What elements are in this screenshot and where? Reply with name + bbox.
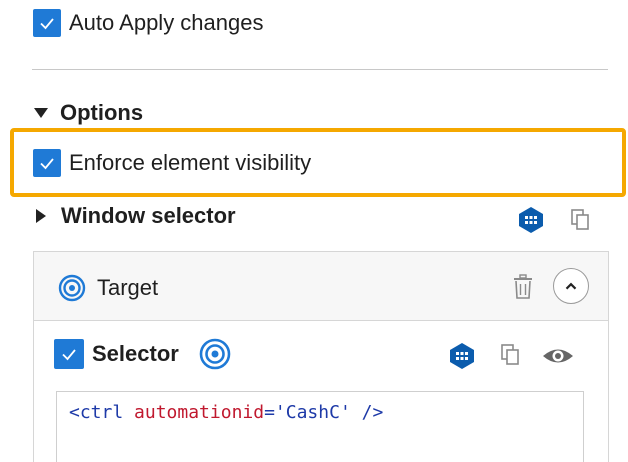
auto-apply-checkbox[interactable] [33, 9, 61, 37]
code-equals: = [264, 402, 275, 423]
section-divider [32, 69, 608, 70]
check-icon [62, 349, 76, 361]
expand-triangle-icon[interactable] [36, 209, 46, 223]
enforce-visibility-label: Enforce element visibility [69, 150, 312, 175]
chevron-up-icon[interactable] [553, 268, 589, 304]
code-attr-value: 'CashC' [274, 402, 351, 423]
target-icon[interactable] [198, 337, 232, 371]
code-attr-name: automationid [134, 402, 265, 423]
auto-apply-label: Auto Apply changes [69, 10, 264, 35]
hexagon-tree-icon[interactable] [447, 341, 477, 371]
target-icon [57, 273, 87, 303]
trash-icon[interactable] [510, 273, 536, 301]
code-tag-open: <ctrl [69, 402, 124, 423]
window-selector-header[interactable]: Window selector [61, 202, 236, 230]
check-icon [40, 18, 54, 30]
options-header[interactable]: Options [60, 99, 143, 127]
selector-checkbox[interactable] [54, 339, 84, 369]
selector-code-editor[interactable]: <ctrl automationid='CashC' /> [56, 391, 584, 462]
selector-label: Selector [92, 341, 179, 366]
check-icon [40, 158, 54, 170]
enforce-visibility-checkbox[interactable] [33, 149, 61, 177]
copy-icon[interactable] [568, 207, 594, 233]
collapse-triangle-icon[interactable] [34, 108, 48, 118]
hexagon-tree-icon[interactable] [516, 205, 546, 235]
eye-icon[interactable] [540, 344, 576, 368]
copy-icon[interactable] [498, 342, 524, 368]
target-label: Target [97, 275, 159, 300]
code-tag-close: /> [361, 402, 384, 423]
